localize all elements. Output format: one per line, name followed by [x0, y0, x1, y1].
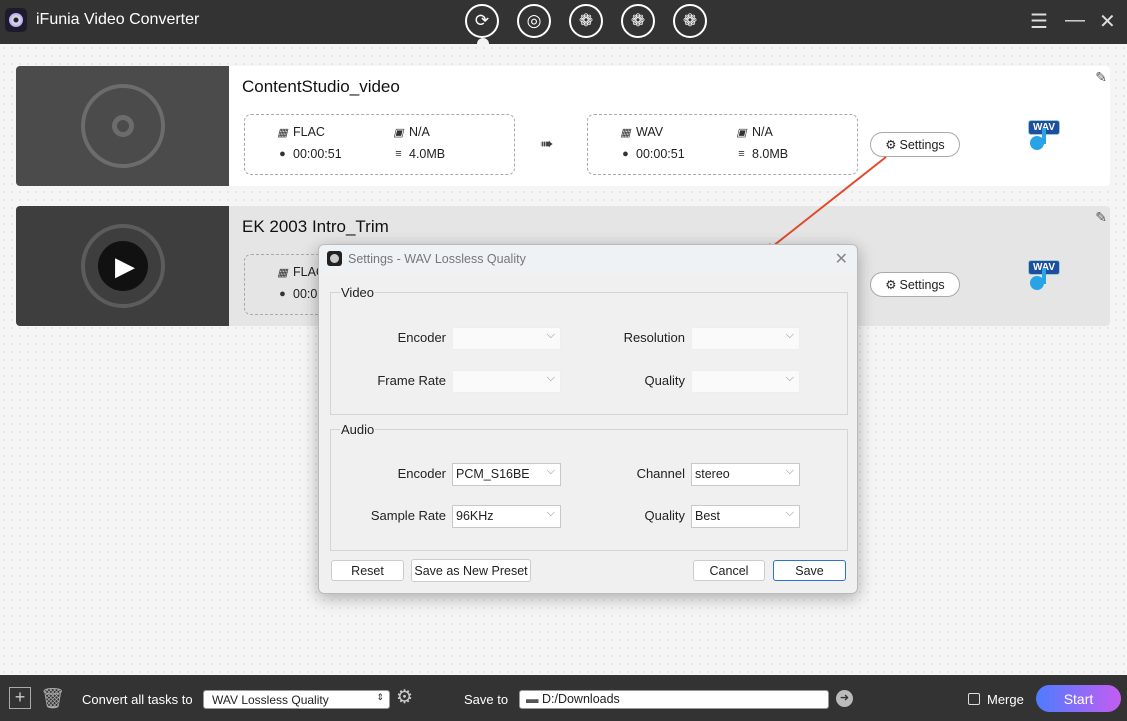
audio-quality-label: Quality [644, 508, 685, 523]
folder-icon: ▬ [526, 692, 539, 706]
close-icon[interactable]: ✕ [835, 249, 848, 269]
video-encoder-label: Encoder [397, 330, 446, 345]
cancel-button[interactable]: Cancel [693, 560, 765, 581]
video-group: Video [330, 285, 848, 415]
merge-checkbox[interactable] [968, 693, 980, 705]
save-preset-button[interactable]: Save as New Preset [411, 559, 531, 582]
sample-rate-select[interactable]: 96KHz [452, 505, 561, 528]
sample-rate-label: Sample Rate [370, 508, 446, 523]
resolution-label: Resolution [623, 330, 685, 345]
audio-encoder-label: Encoder [397, 466, 446, 481]
video-quality-select[interactable] [691, 370, 800, 393]
channel-select[interactable]: stereo [691, 463, 800, 486]
reset-button[interactable]: Reset [331, 560, 404, 581]
audio-quality-select[interactable]: Best [691, 505, 800, 528]
frame-rate-label: Frame Rate [377, 373, 446, 388]
video-legend: Video [341, 285, 375, 300]
bottom-bar: + 🗑 Convert all tasks to WAV Lossless Qu… [0, 675, 1127, 721]
start-button[interactable]: Start [1036, 685, 1121, 712]
app-logo-icon [327, 251, 342, 266]
output-path-field[interactable]: ▬ D:/Downloads [519, 690, 829, 709]
convert-all-label: Convert all tasks to [82, 692, 193, 707]
save-button[interactable]: Save [773, 560, 846, 581]
spinner-icon: ⇕ [376, 692, 384, 702]
audio-group: Audio [330, 422, 848, 551]
gear-icon[interactable]: ⚙ [396, 686, 413, 709]
preset-value: WAV Lossless Quality [212, 693, 329, 707]
audio-encoder-select[interactable]: PCM_S16BE [452, 463, 561, 486]
settings-dialog: Settings - WAV Lossless Quality ✕ Video … [318, 244, 858, 594]
save-to-label: Save to [464, 692, 509, 707]
frame-rate-select[interactable] [452, 370, 561, 393]
video-quality-label: Quality [644, 373, 685, 388]
merge-label: Merge [987, 692, 1024, 707]
video-encoder-select[interactable] [452, 327, 561, 350]
open-folder-arrow-icon[interactable]: ➜ [836, 690, 853, 707]
channel-label: Channel [636, 466, 685, 481]
resolution-select[interactable] [691, 327, 800, 350]
add-file-icon[interactable]: + [9, 687, 31, 709]
dialog-titlebar: Settings - WAV Lossless Quality ✕ [319, 245, 857, 274]
preset-select[interactable]: WAV Lossless Quality ⇕ [203, 690, 390, 709]
trash-icon[interactable]: 🗑 [40, 686, 65, 711]
output-path-value: D:/Downloads [541, 692, 620, 706]
dialog-title: Settings - WAV Lossless Quality [348, 252, 526, 266]
audio-legend: Audio [341, 422, 375, 437]
